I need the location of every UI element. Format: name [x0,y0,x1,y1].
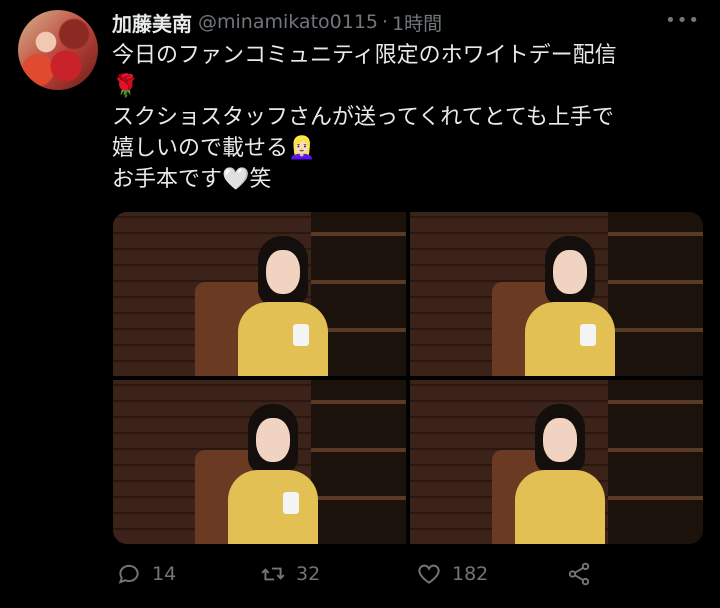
tweet-line: 今日のファンコミュニティ限定のホワイトデー配信 [112,43,617,68]
tweet-line: 🌹 [112,74,140,99]
share-icon [568,562,590,586]
bookshelf [608,212,703,376]
tweet-line: スクショスタッフさんが送ってくれてとても上手で [112,105,614,130]
heart-icon [418,564,440,584]
tweet-text: 今日のファンコミュニティ限定のホワイトデー配信 🌹 スクショスタッフさんが送って… [112,40,708,195]
author-name[interactable]: 加藤美南 [112,8,192,37]
separator-dot: · [382,11,389,33]
person [515,404,605,544]
more-icon[interactable]: ••• [665,10,700,31]
tweet-line: お手本です🤍笑 [112,167,272,192]
like-button[interactable]: 182 [416,558,488,590]
media-image-3[interactable] [113,380,406,544]
phone [283,492,299,514]
phone [580,324,596,346]
person [228,404,318,544]
retweet-count: 32 [296,563,321,585]
avatar[interactable] [18,10,98,90]
bookshelf [311,380,406,544]
phone [293,324,309,346]
media-image-4[interactable] [410,380,703,544]
retweet-button[interactable]: 32 [260,558,320,590]
media-grid [113,212,703,544]
action-bar: 14 32 182 [112,558,712,590]
tweet-line: 嬉しいので載せる👱🏻‍♀️ [112,136,316,161]
yellow-top [238,302,328,376]
timestamp[interactable]: 1時間 [392,9,442,36]
face [553,250,587,294]
face [256,418,290,462]
face [266,250,300,294]
reply-icon [118,564,139,584]
bookshelf [608,380,703,544]
media-image-2[interactable] [410,212,703,376]
yellow-top [228,470,318,544]
person [238,236,328,376]
media-image-1[interactable] [113,212,406,376]
like-count: 182 [452,563,489,585]
author-handle[interactable]: @minamikato0115 [198,11,378,33]
tweet-header: 加藤美南 @minamikato0115 · 1時間 [112,8,442,36]
reply-button[interactable]: 14 [116,558,176,590]
person [525,236,615,376]
reply-count: 14 [152,563,177,585]
yellow-top [525,302,615,376]
yellow-top [515,470,605,544]
share-button[interactable] [566,558,602,590]
face [543,418,577,462]
retweet-icon [261,567,285,581]
